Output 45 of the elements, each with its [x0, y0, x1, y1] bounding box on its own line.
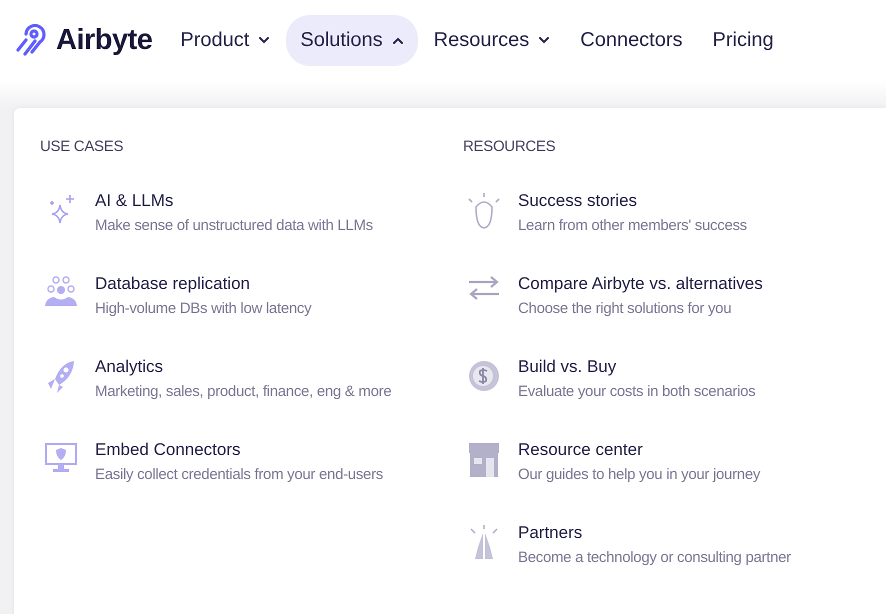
item-description: Choose the right solutions for you: [518, 300, 732, 317]
item-description: Make sense of unstructured data with LLMs: [95, 217, 373, 234]
person-icon: [467, 193, 501, 231]
coin-icon: [468, 359, 500, 393]
item-description: Evaluate your costs in both scenarios: [518, 383, 756, 400]
nav-dropdown[interactable]: Solutions: [286, 14, 418, 66]
item-description: Our guides to help you in your journey: [518, 466, 760, 483]
nav-link[interactable]: Pricing: [698, 14, 788, 66]
section-heading: USE CASES: [40, 138, 124, 155]
menu-item[interactable]: AI & LLMs Make sense of unstructured data with LLMs: [40, 191, 463, 274]
chevron-icon: [538, 36, 550, 44]
nav-link[interactable]: Connectors: [566, 14, 697, 66]
item-title: Embed Connectors: [95, 440, 242, 460]
item-description: Learn from other members' success: [518, 217, 747, 234]
item-title: Resource center: [518, 440, 644, 460]
item-title: AI & LLMs: [95, 191, 174, 211]
menu-item[interactable]: Embed Connectors Easily collect credentials from your end-users: [40, 440, 463, 523]
arrows-icon: [468, 276, 500, 300]
menu-item[interactable]: Analytics Marketing, sales, product, finance, eng & more: [40, 357, 463, 440]
nav-dropdown[interactable]: Resources: [420, 14, 564, 66]
monitor-icon: [45, 442, 77, 474]
item-description: Become a technology or consulting partner: [518, 549, 791, 566]
item-description: High-volume DBs with low latency: [95, 300, 312, 317]
item-title: Compare Airbyte vs. alternatives: [518, 274, 763, 294]
item-description: Marketing, sales, product, finance, eng & more: [95, 383, 392, 400]
chevron-icon: [258, 36, 270, 44]
item-title: Success stories: [518, 191, 638, 211]
brand-name: Airbyte: [56, 24, 152, 56]
item-title: Build vs. Buy: [518, 357, 618, 377]
menu-item[interactable]: Compare Airbyte vs. alternatives Choose the right solutions for you: [463, 274, 886, 357]
section-heading: RESOURCES: [463, 138, 556, 155]
nav-dropdown[interactable]: Product: [166, 14, 284, 66]
chevron-icon: [392, 36, 404, 44]
people-icon: [44, 276, 78, 308]
item-title: Database replication: [95, 274, 251, 294]
item-title: Analytics: [95, 357, 164, 377]
menu-item[interactable]: Database replication High-volume DBs with low latency: [40, 274, 463, 357]
menu-item[interactable]: Resource center Our guides to help you in your journey: [463, 440, 886, 523]
item-title: Partners: [518, 523, 584, 543]
store-icon: [468, 442, 500, 478]
menu-item[interactable]: Build vs. Buy Evaluate your costs in both scenarios: [463, 357, 886, 440]
menu-item[interactable]: Success stories Learn from other members' success: [463, 191, 886, 274]
item-description: Easily collect credentials from your end-users: [95, 466, 383, 483]
rocket-icon: [45, 359, 77, 395]
menu-item[interactable]: Partners Become a technology or consulting partner: [463, 523, 886, 606]
